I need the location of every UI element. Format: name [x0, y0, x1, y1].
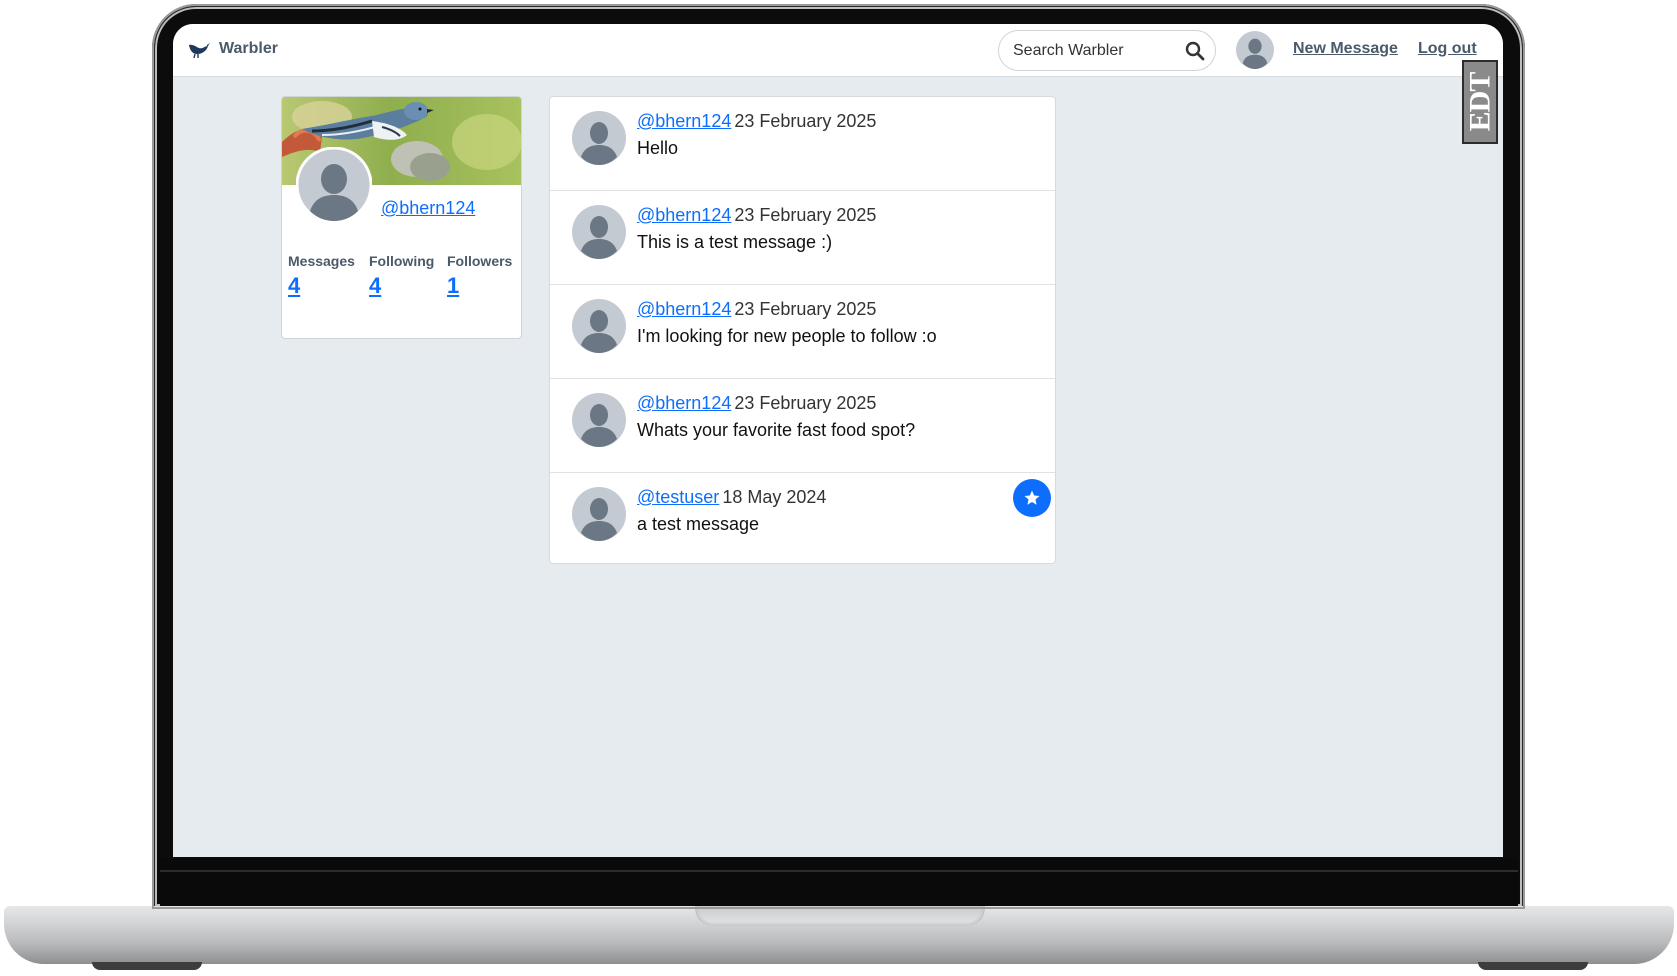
message-date: 18 May 2024 [722, 487, 827, 507]
star-icon [1024, 490, 1040, 505]
message-date: 23 February 2025 [734, 205, 877, 225]
message-date: 23 February 2025 [734, 111, 877, 131]
profile-username-link[interactable]: @bhern124 [381, 198, 475, 219]
logout-link[interactable]: Log out [1418, 40, 1477, 58]
laptop-foot-left [92, 962, 202, 970]
profile-card: @bhern124 Messages 4 Following 4 Followe… [281, 96, 522, 339]
stat-following-label: Following [369, 253, 435, 269]
stat-followers-count[interactable]: 1 [447, 273, 512, 299]
laptop-chin-line [160, 870, 1518, 872]
message-header: @bhern124 23 February 2025 [637, 299, 876, 320]
message-date: 23 February 2025 [734, 299, 877, 319]
message-text: I'm looking for new people to follow :o [637, 326, 937, 346]
profile-avatar[interactable] [296, 147, 372, 223]
brand-name: Warbler [219, 40, 278, 57]
message-username-link[interactable]: @bhern124 [637, 111, 731, 131]
message-username-link[interactable]: @bhern124 [637, 299, 731, 319]
message-header: @bhern124 23 February 2025 [637, 393, 876, 414]
search-input[interactable] [1013, 41, 1183, 61]
like-star-button[interactable] [1013, 479, 1051, 517]
message-date: 23 February 2025 [734, 393, 877, 413]
message-item[interactable]: @testuser 18 May 2024 a test message [550, 473, 1055, 563]
new-message-link[interactable]: New Message [1293, 40, 1398, 58]
bird-logo-icon [189, 43, 210, 59]
message-username-link[interactable]: @bhern124 [637, 205, 731, 225]
stat-following: Following 4 [369, 253, 434, 299]
laptop-chin [160, 858, 1518, 908]
search-icon[interactable] [1185, 41, 1205, 61]
edt-badge-label: EDT [1463, 72, 1496, 132]
stat-followers-label: Followers [447, 253, 513, 269]
laptop-foot-right [1478, 962, 1588, 970]
message-item[interactable]: @bhern124 23 February 2025 I'm looking fo… [550, 285, 1055, 379]
message-item[interactable]: @bhern124 23 February 2025 Whats your fav… [550, 379, 1055, 473]
message-text: This is a test message :) [637, 232, 833, 252]
default-avatar-icon[interactable] [572, 393, 626, 447]
laptop-base-notch [695, 906, 985, 926]
default-avatar-icon[interactable] [572, 205, 626, 259]
default-avatar-icon[interactable] [572, 487, 626, 541]
top-navbar: Warbler New Message Log out [173, 24, 1503, 77]
stat-messages-label: Messages [288, 253, 355, 269]
search-box [998, 30, 1216, 71]
message-text: Hello [637, 138, 679, 158]
message-text: Whats your favorite fast food spot? [637, 420, 916, 440]
message-item[interactable]: @bhern124 23 February 2025 Hello [550, 97, 1055, 191]
message-username-link[interactable]: @bhern124 [637, 393, 731, 413]
message-header: @bhern124 23 February 2025 [637, 111, 876, 132]
message-header: @bhern124 23 February 2025 [637, 205, 876, 226]
message-header: @testuser 18 May 2024 [637, 487, 826, 508]
edt-badge[interactable]: EDT [1462, 60, 1498, 144]
message-item[interactable]: @bhern124 23 February 2025 This is a test… [550, 191, 1055, 285]
nav-user-avatar[interactable] [1236, 31, 1274, 69]
stat-messages-count[interactable]: 4 [288, 273, 355, 299]
stat-following-count[interactable]: 4 [369, 273, 434, 299]
message-text: a test message [637, 514, 760, 534]
default-avatar-icon[interactable] [572, 111, 626, 165]
message-feed: @bhern124 23 February 2025 Hello @bhern12… [549, 96, 1056, 564]
browser-viewport: Warbler New Message Log out EDT [173, 24, 1503, 857]
message-username-link[interactable]: @testuser [637, 487, 719, 507]
default-avatar-icon[interactable] [572, 299, 626, 353]
stat-followers: Followers 1 [447, 253, 512, 299]
stat-messages: Messages 4 [288, 253, 355, 299]
brand-link[interactable]: Warbler [187, 39, 278, 59]
